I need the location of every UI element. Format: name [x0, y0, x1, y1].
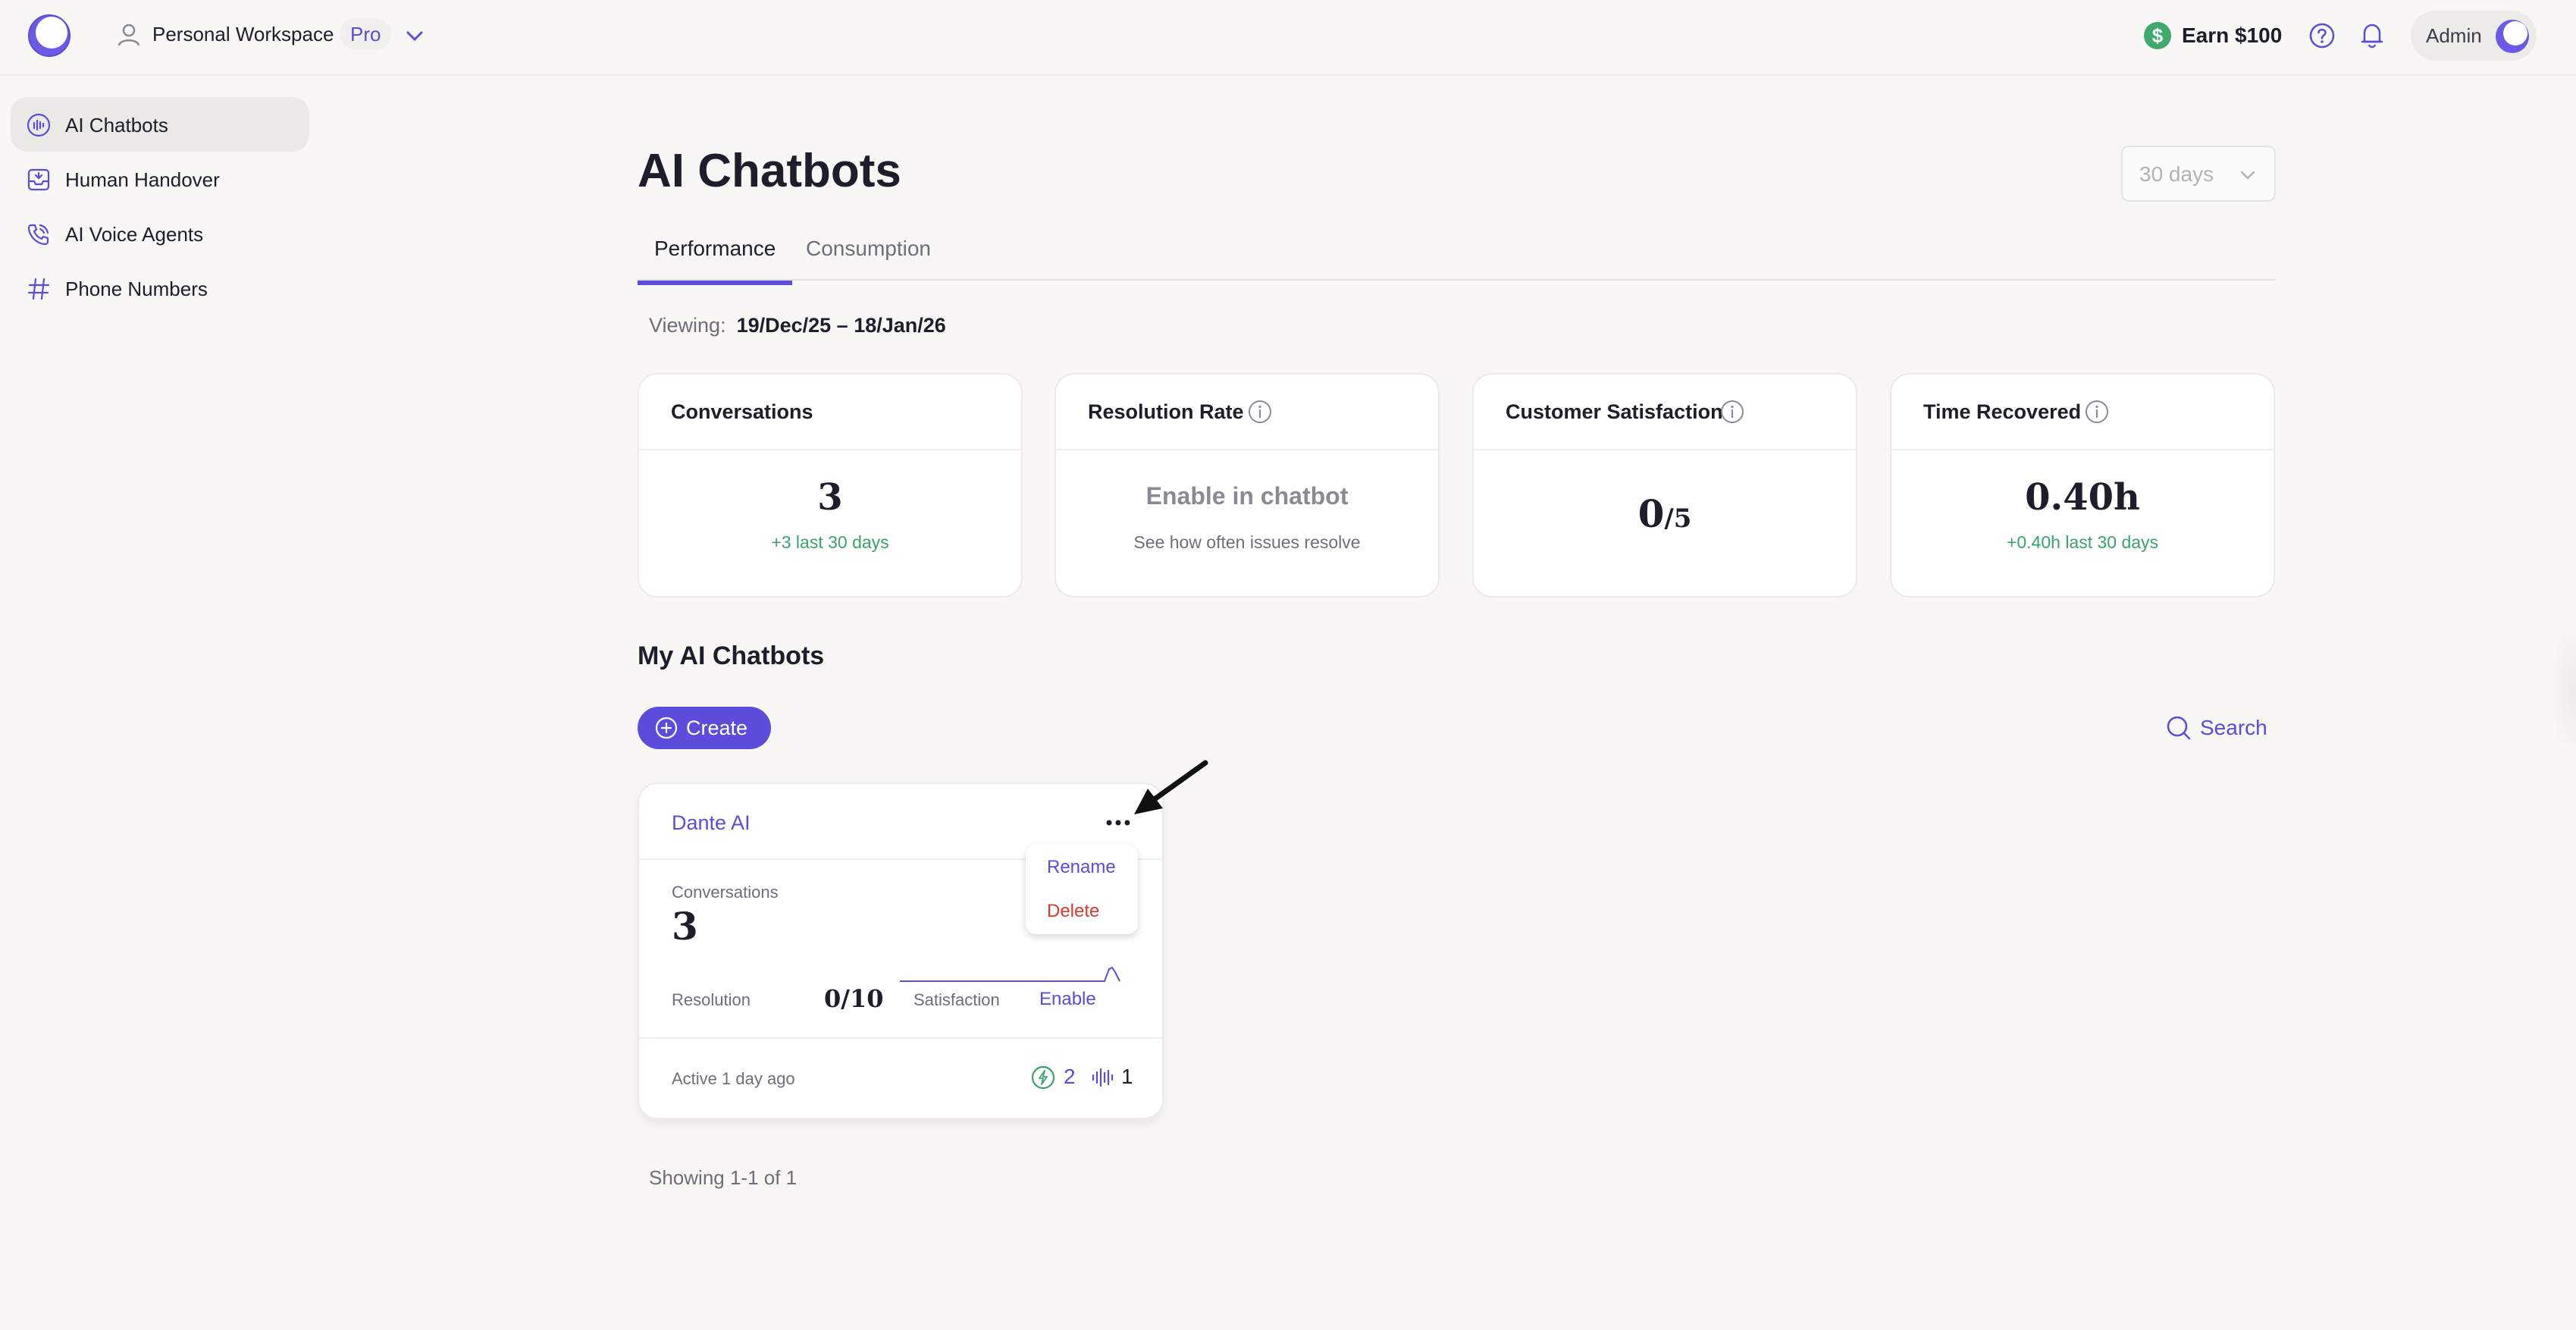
stat-title: Customer Satisfaction	[1506, 400, 1723, 423]
admin-label: Admin	[2426, 24, 2482, 47]
chatbot-context-menu: Rename Delete	[1026, 845, 1138, 934]
chatbot-card-footer: Active 1 day ago 2 1	[639, 1037, 1162, 1119]
enable-satisfaction-link[interactable]: Enable	[1039, 989, 1096, 1010]
chatbot-name[interactable]: Dante AI	[672, 811, 751, 835]
date-range-select[interactable]: 30 days	[2121, 146, 2276, 202]
plan-badge: Pro	[340, 18, 392, 50]
section-title: My AI Chatbots	[638, 641, 825, 670]
workspace-name[interactable]: Personal Workspace	[152, 23, 334, 46]
top-bar: Personal Workspace Pro $ Earn $100 Admin	[0, 0, 2576, 76]
stat-title: Conversations	[671, 400, 813, 423]
sidebar-item-ai-chatbots[interactable]: AI Chatbots	[11, 97, 309, 152]
tab-consumption[interactable]: Consumption	[789, 235, 948, 281]
viewing-value: 19/Dec/25 – 18/Jan/26	[736, 314, 946, 337]
sidebar-item-label: AI Chatbots	[65, 114, 168, 136]
stat-title: Resolution Rate	[1088, 400, 1244, 423]
date-range-value: 30 days	[2139, 162, 2214, 186]
inbox-icon	[27, 168, 50, 191]
chevron-down-icon	[2240, 171, 2255, 180]
rename-menu-item[interactable]: Rename	[1047, 857, 1116, 878]
resolution-label: Resolution	[672, 990, 751, 1009]
app-logo[interactable]	[26, 12, 73, 59]
chevron-down-icon[interactable]	[402, 23, 428, 49]
stat-sub: +3 last 30 days	[771, 532, 889, 552]
help-icon[interactable]	[2308, 21, 2336, 50]
chatbot-icon	[27, 113, 51, 137]
sidebar-item-label: Human Handover	[65, 168, 220, 191]
stat-card-customer-satisfaction: Customer Satisfaction 0/5	[1472, 373, 1857, 598]
delete-menu-item[interactable]: Delete	[1047, 901, 1099, 922]
sidebar-item-label: Phone Numbers	[65, 278, 208, 300]
annotation-arrow-icon	[1134, 760, 1208, 814]
bell-icon[interactable]	[2358, 20, 2386, 50]
satisfaction-scale: /5	[1664, 503, 1692, 534]
stat-card-header: Time Recovered	[1891, 375, 2274, 450]
earn-button[interactable]: $ Earn $100	[2144, 20, 2282, 52]
create-label: Create	[686, 717, 748, 739]
user-icon	[118, 24, 140, 46]
sidebar-item-ai-voice-agents[interactable]: AI Voice Agents	[11, 206, 309, 261]
admin-menu[interactable]: Admin	[2411, 11, 2537, 61]
chat-channel-count: 2	[1064, 1065, 1076, 1088]
chat-channel-icon	[1031, 1065, 1055, 1090]
pagination-summary: Showing 1-1 of 1	[649, 1166, 798, 1189]
conversations-value: 3	[672, 904, 698, 949]
search-icon	[2167, 716, 2191, 740]
stat-sub: +0.40h last 30 days	[2006, 532, 2159, 552]
resolution-value: 0/10	[824, 984, 884, 1013]
info-icon[interactable]	[2084, 399, 2110, 425]
voice-channel-icon	[1092, 1068, 1114, 1087]
satisfaction-label: Satisfaction	[914, 990, 1000, 1009]
stat-card-resolution-rate: Resolution Rate Enable in chatbot See ho…	[1055, 373, 1440, 598]
phone-call-icon	[27, 224, 49, 246]
tab-bar: Performance Consumption	[638, 229, 2276, 285]
stat-value: 0/5	[1474, 491, 1856, 536]
stat-card-time-recovered: Time Recovered 0.40h +0.40h last 30 days	[1890, 373, 2275, 598]
stat-sub: See how often issues resolve	[1133, 532, 1361, 552]
create-button[interactable]: Create	[638, 707, 771, 749]
conversations-label: Conversations	[672, 883, 779, 902]
stat-title: Time Recovered	[1923, 400, 2082, 423]
viewing-range: Viewing: 19/Dec/25 – 18/Jan/26	[649, 314, 946, 337]
conversations-sparkline	[900, 966, 1120, 982]
sidebar: AI Chatbots Human Handover AI Voice Agen…	[11, 97, 309, 315]
stat-card-header: Resolution Rate	[1056, 375, 1438, 450]
stat-value: 0.40h	[2025, 476, 2140, 519]
stat-value: 3	[817, 476, 843, 519]
sidebar-item-human-handover[interactable]: Human Handover	[11, 152, 309, 206]
plus-circle-icon	[655, 717, 678, 739]
voice-channel-count: 1	[1121, 1065, 1133, 1088]
tab-performance[interactable]: Performance	[638, 235, 793, 285]
satisfaction-score: 0	[1637, 491, 1665, 536]
page-title: AI Chatbots	[638, 145, 901, 197]
sidebar-item-label: AI Voice Agents	[65, 223, 204, 246]
viewing-label: Viewing:	[649, 314, 726, 337]
search-button[interactable]: Search	[2165, 711, 2267, 745]
stat-card-header: Customer Satisfaction	[1474, 375, 1856, 450]
sidebar-item-phone-numbers[interactable]: Phone Numbers	[11, 261, 309, 315]
avatar	[2496, 20, 2529, 53]
edge-shadow	[2556, 637, 2576, 743]
hash-icon	[27, 278, 50, 300]
info-icon[interactable]	[1719, 399, 1745, 425]
search-label: Search	[2200, 716, 2267, 739]
stat-value: Enable in chatbot	[1145, 482, 1349, 510]
earn-label: Earn $100	[2182, 24, 2283, 47]
info-icon[interactable]	[1247, 399, 1273, 425]
dollar-icon: $	[2144, 22, 2171, 49]
stat-card-header: Conversations	[639, 375, 1021, 450]
more-options-icon[interactable]	[1103, 811, 1133, 834]
last-active-text: Active 1 day ago	[672, 1069, 795, 1088]
stat-card-conversations: Conversations 3 +3 last 30 days	[638, 373, 1023, 598]
chatbot-card[interactable]: Dante AI Conversations 3 Resolution 0/10…	[638, 783, 1164, 1119]
